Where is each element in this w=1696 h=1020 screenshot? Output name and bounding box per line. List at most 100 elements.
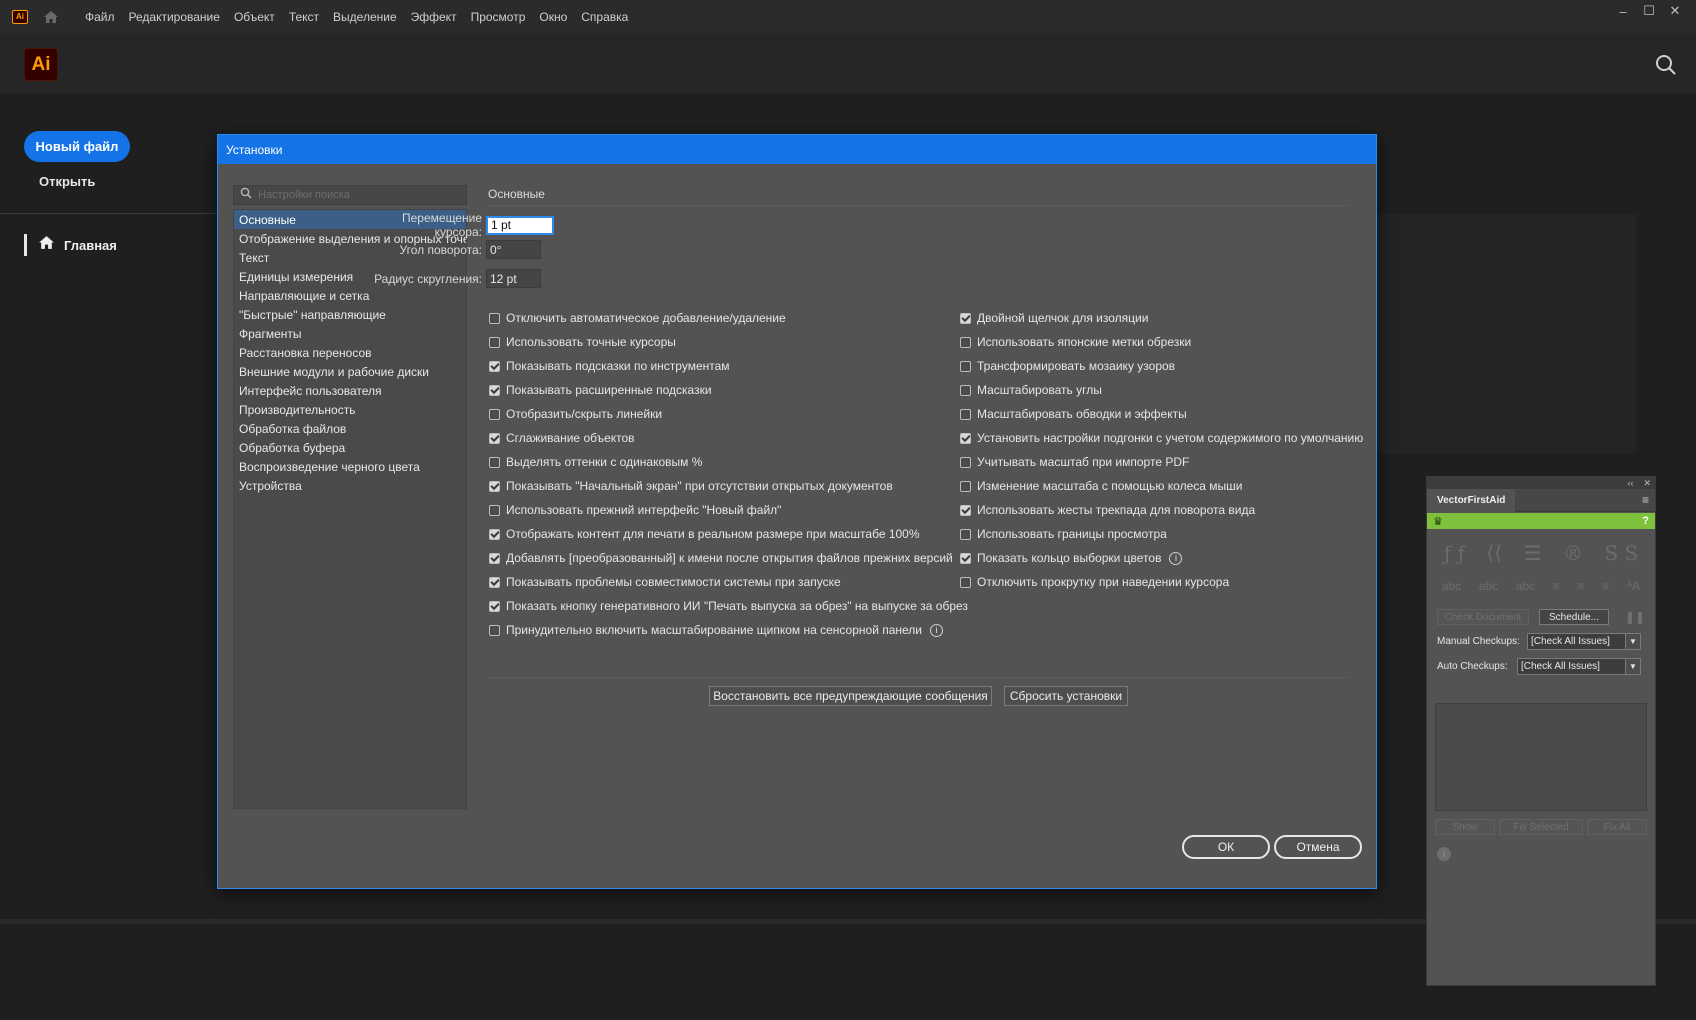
fix-selected-button[interactable]: Fix Selected [1499,819,1583,835]
maximize-button[interactable]: ☐ [1636,3,1662,19]
auto-checkups-select[interactable]: [Check All Issues] ▼ [1517,658,1641,675]
schedule-button[interactable]: Schedule... [1539,609,1609,625]
checkbox[interactable] [489,432,500,444]
left-option-6[interactable]: Выделять оттенки с одинаковым % [489,450,968,474]
layers-check-icon[interactable]: ☰ [1524,541,1542,565]
menu-file[interactable]: Файл [78,10,122,24]
category-performance[interactable]: Производительность [234,400,466,419]
right-option-9[interactable]: Использовать границы просмотра [960,522,1363,546]
category-smart-guides[interactable]: "Быстрые" направляющие [234,305,466,324]
checkbox[interactable] [960,408,971,420]
check-document-button[interactable]: Check Document [1437,609,1529,625]
minimize-button[interactable]: – [1610,4,1636,19]
style-check-icon[interactable]: S S [1604,541,1638,565]
category-plugins-scratch[interactable]: Внешние модули и рабочие диски [234,362,466,381]
checkbox[interactable] [960,432,971,444]
category-user-interface[interactable]: Интерфейс пользователя [234,381,466,400]
left-option-0[interactable]: Отключить автоматическое добавление/удал… [489,306,968,330]
left-option-3[interactable]: Показывать расширенные подсказки [489,378,968,402]
info-icon[interactable]: i [930,623,944,637]
checkbox[interactable] [960,312,971,324]
right-option-10[interactable]: Показать кольцо выборки цветов i [960,546,1363,570]
left-option-13[interactable]: Принудительно включить масштабирование щ… [489,618,968,642]
right-option-7[interactable]: Изменение масштаба с помощью колеса мыши [960,474,1363,498]
close-panel-icon[interactable]: ✕ [1643,478,1651,489]
right-option-6[interactable]: Учитывать масштаб при импорте PDF [960,450,1363,474]
menu-view[interactable]: Просмотр [464,10,533,24]
menu-effect[interactable]: Эффект [404,10,464,24]
checkbox[interactable] [489,528,500,540]
left-option-11[interactable]: Показывать проблемы совместимости систем… [489,570,968,594]
checkbox[interactable] [960,360,971,372]
align-center-icon[interactable]: ≡ [1577,579,1584,593]
checkbox[interactable] [960,528,971,540]
text-abc-icon[interactable]: abc [1442,579,1461,593]
right-option-1[interactable]: Использовать японские метки обрезки [960,330,1363,354]
text-size-icon[interactable]: ᴬA [1627,579,1640,593]
nav-home[interactable]: Главная [24,234,117,256]
tab-vectorfirstaid[interactable]: VectorFirstAid [1427,488,1516,512]
left-option-7[interactable]: Показывать "Начальный экран" при отсутст… [489,474,968,498]
collapse-panel-icon[interactable]: ‹‹ [1627,478,1633,488]
cursor-move-input[interactable] [486,215,554,235]
category-clipboard[interactable]: Обработка буфера [234,438,466,457]
preferences-search-input[interactable] [258,189,458,201]
checkbox[interactable] [960,456,971,468]
right-option-4[interactable]: Масштабировать обводки и эффекты [960,402,1363,426]
help-icon[interactable]: ? [1642,515,1649,527]
menu-type[interactable]: Текст [282,10,326,24]
show-button[interactable]: Show [1435,819,1495,835]
issues-list[interactable] [1435,703,1647,811]
right-option-11[interactable]: Отключить прокрутку при наведении курсор… [960,570,1363,594]
checkbox[interactable] [489,576,500,588]
checkbox[interactable] [960,576,971,588]
info-icon[interactable]: i [1437,847,1451,861]
checkbox[interactable] [489,312,500,324]
menu-window[interactable]: Окно [532,10,574,24]
checkbox[interactable] [489,504,500,516]
category-slices[interactable]: Фрагменты [234,324,466,343]
category-hyphenation[interactable]: Расстановка переносов [234,343,466,362]
pause-icon[interactable]: ❚❚ [1625,610,1645,624]
manual-checkups-select[interactable]: [Check All Issues] ▼ [1527,633,1641,650]
align-left-icon[interactable]: ≡ [1553,579,1560,593]
close-window-button[interactable]: ✕ [1662,3,1688,19]
info-icon[interactable]: i [1169,551,1183,565]
search-icon[interactable] [1654,53,1678,77]
left-option-12[interactable]: Показать кнопку генеративного ИИ "Печать… [489,594,968,618]
checkbox[interactable] [489,456,500,468]
radius-input[interactable] [486,269,541,288]
checkbox[interactable] [960,504,971,516]
checkbox[interactable] [489,360,500,372]
text-abc2-icon[interactable]: abc [1479,579,1498,593]
category-black-appearance[interactable]: Воспроизведение черного цвета [234,457,466,476]
left-option-5[interactable]: Сглаживание объектов [489,426,968,450]
right-option-5[interactable]: Установить настройки подгонки с учетом с… [960,426,1363,450]
panel-menu-icon[interactable]: ≡ [1642,493,1649,507]
fix-all-button[interactable]: Fix All [1587,819,1647,835]
menu-help[interactable]: Справка [574,10,635,24]
left-option-9[interactable]: Отображать контент для печати в реальном… [489,522,968,546]
category-devices[interactable]: Устройства [234,476,466,495]
new-file-button[interactable]: Новый файл [24,131,130,162]
checkbox[interactable] [960,336,971,348]
left-option-4[interactable]: Отобразить/скрыть линейки [489,402,968,426]
checkbox[interactable] [960,480,971,492]
menu-edit[interactable]: Редактирование [122,10,227,24]
rotate-input[interactable] [486,240,541,259]
checkbox[interactable] [489,384,500,396]
left-option-1[interactable]: Использовать точные курсоры [489,330,968,354]
path-check-icon[interactable]: ⟨⟨ [1486,541,1502,565]
category-file-handling[interactable]: Обработка файлов [234,419,466,438]
restore-warnings-button[interactable]: Восстановить все предупреждающие сообщен… [709,686,992,706]
right-option-2[interactable]: Трансформировать мозаику узоров [960,354,1363,378]
left-option-10[interactable]: Добавлять [преобразованный] к имени посл… [489,546,968,570]
menu-object[interactable]: Объект [227,10,282,24]
ok-button[interactable]: ОК [1182,835,1270,859]
reset-preferences-button[interactable]: Сбросить установки [1004,686,1128,706]
checkbox[interactable] [489,552,500,564]
font-check-icon[interactable]: ƒ ƒ [1444,541,1465,565]
text-abc3-icon[interactable]: abc [1516,579,1535,593]
right-option-0[interactable]: Двойной щелчок для изоляции [960,306,1363,330]
cancel-button[interactable]: Отмена [1274,835,1362,859]
